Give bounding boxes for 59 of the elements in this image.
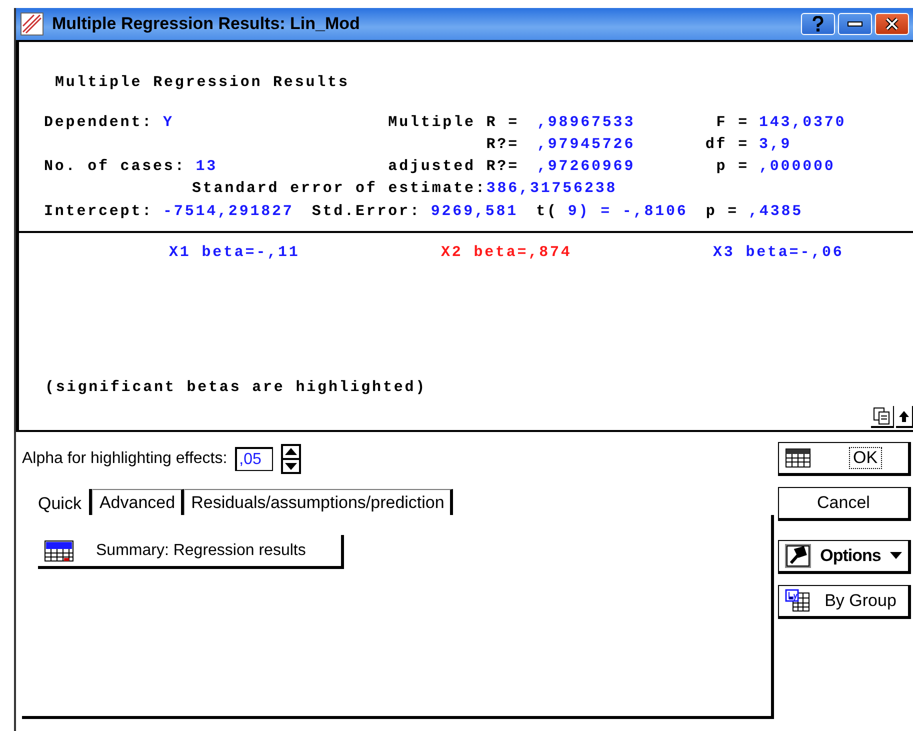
stat-label: t( xyxy=(536,202,558,220)
tab[interactable]: Advanced xyxy=(92,489,184,515)
app-icon xyxy=(20,12,44,36)
copy-icon xyxy=(873,407,891,425)
table-icon xyxy=(785,448,811,468)
close-button[interactable] xyxy=(875,13,909,35)
stat-label: adjusted R?= xyxy=(388,158,519,174)
spinner-button[interactable] xyxy=(281,444,302,474)
alpha-label: Alpha for highlighting effects: xyxy=(22,450,228,468)
stat-value: ,97260969 xyxy=(537,158,636,174)
stat-label: p = xyxy=(715,158,749,174)
stat-label: df = xyxy=(704,136,749,152)
stat-label: Multiple R = xyxy=(388,114,519,130)
tab[interactable]: Residuals/assumptions/prediction xyxy=(184,489,454,515)
stat-value: 3,9 xyxy=(759,136,792,152)
stat-label: Dependent: xyxy=(44,114,154,130)
stat-value: Y xyxy=(163,114,174,130)
stat-label: No. of cases: xyxy=(44,158,186,174)
copy-button[interactable] xyxy=(871,406,894,428)
caret-icon xyxy=(890,552,902,560)
stat-value: ,4385 xyxy=(748,202,804,220)
beta-value: X2 beta=,874 xyxy=(441,244,573,261)
stat-value: ,98967533 xyxy=(537,114,636,130)
spinner-icon xyxy=(281,444,302,474)
options-button[interactable]: Options xyxy=(778,540,911,574)
minimize-button[interactable] xyxy=(838,13,872,35)
stat-label: Standard error of estimate: xyxy=(192,180,486,196)
beta-value: X1 beta=-,11 xyxy=(169,244,301,261)
hammer-icon xyxy=(785,544,811,568)
stat-label: Std.Error: xyxy=(312,202,421,220)
stat-value: ,97945726 xyxy=(537,136,636,152)
stat-value: 9) = -,8106 xyxy=(568,202,688,220)
expand-button[interactable] xyxy=(896,406,913,428)
help-icon xyxy=(811,16,825,32)
stat-value: 13 xyxy=(196,158,218,174)
cancel-button[interactable]: Cancel xyxy=(778,487,911,521)
stat-value: 9269,581 xyxy=(430,202,518,220)
stat-value: 143,0370 xyxy=(759,114,846,130)
ok-button[interactable]: OK xyxy=(778,442,911,476)
alpha-field[interactable]: ,05 xyxy=(235,447,274,471)
stat-label: F = xyxy=(715,114,749,130)
stat-value: -7514,291827 xyxy=(163,202,294,220)
stat-label: Intercept: xyxy=(44,202,154,220)
note-text: (significant betas are highlighted) xyxy=(45,379,428,396)
stat-label: R?= xyxy=(486,136,519,152)
minimize-icon xyxy=(847,21,863,27)
help-button[interactable] xyxy=(801,13,835,35)
by-group-button[interactable]: By Group xyxy=(778,585,911,619)
stat-value: ,000000 xyxy=(759,158,836,174)
table-icon xyxy=(44,540,74,562)
summary-button[interactable]: Summary: Regression results xyxy=(38,535,344,569)
grid-icon xyxy=(785,589,811,613)
close-icon xyxy=(885,17,899,31)
beta-value: X3 beta=-,06 xyxy=(713,244,845,261)
results-heading: Multiple Regression Results xyxy=(55,74,350,91)
window-title: Multiple Regression Results: Lin_Mod xyxy=(52,14,361,34)
stat-label: p = xyxy=(706,202,739,220)
stat-value: 386,31756238 xyxy=(486,180,618,196)
tab[interactable]: Quick xyxy=(30,489,92,515)
